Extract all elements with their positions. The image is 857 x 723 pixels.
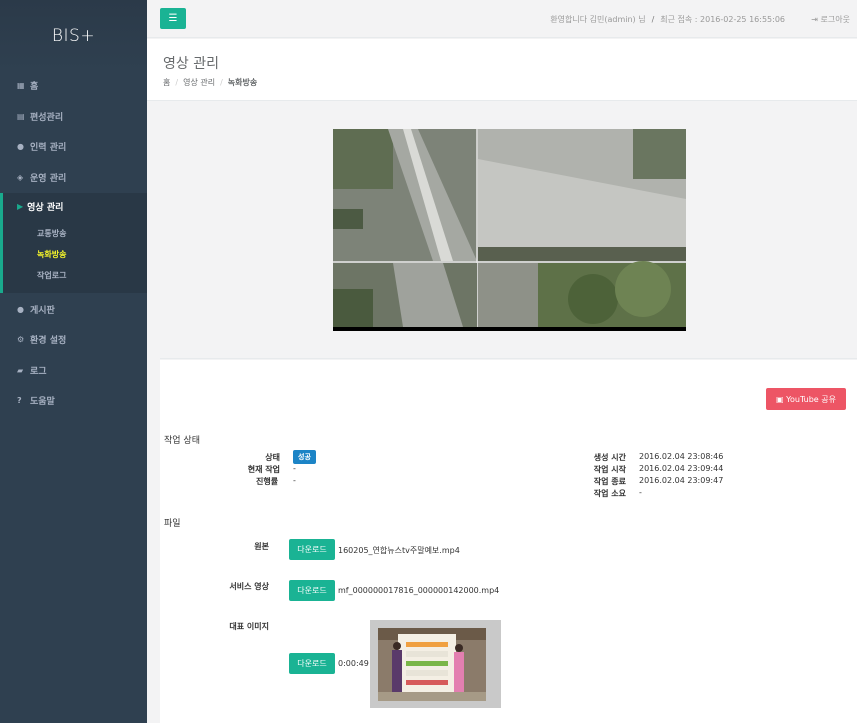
cube-icon: ◈ xyxy=(17,172,24,182)
download-thumbnail-button[interactable]: 다운로드 xyxy=(289,653,335,674)
nav-board-label: 게시판 xyxy=(30,305,55,316)
sub-nav-recorded[interactable]: 녹화방송 xyxy=(37,249,66,260)
thumbnail-time: 0:00:49 xyxy=(338,659,369,668)
download-original-button[interactable]: 다운로드 xyxy=(289,539,335,560)
nav-help[interactable]: ? 도움말 xyxy=(0,386,147,414)
sign-out-icon: ⇥ xyxy=(811,15,818,24)
progress-label: 진행률 xyxy=(256,477,279,486)
status-badge: 성공 xyxy=(293,450,316,464)
youtube-play-icon: ▶ xyxy=(17,202,24,211)
video-area xyxy=(160,114,857,359)
job-duration-label: 작업 소요 xyxy=(593,489,626,498)
progress-value: - xyxy=(293,476,296,485)
service-video-label: 서비스 영상 xyxy=(229,582,269,591)
logout-label: 로그아웃 xyxy=(820,15,850,24)
breadcrumb-separator: / xyxy=(220,78,223,87)
breadcrumb-current: 녹화방송 xyxy=(227,78,258,87)
nav-ops-label: 운영 관리 xyxy=(30,173,67,184)
calendar-icon: ▤ xyxy=(17,111,25,121)
question-icon: ? xyxy=(17,395,22,405)
nav-settings[interactable]: ⚙ 환경 설정 xyxy=(0,325,147,353)
thumbnail-frame xyxy=(370,620,501,708)
logout-link[interactable]: ⇥ 로그아웃 xyxy=(811,14,850,25)
breadcrumb-separator: / xyxy=(175,78,179,87)
current-job-label: 현재 작업 xyxy=(247,465,280,474)
last-login: 최근 접속 : 2016-02-25 16:55:06 xyxy=(660,15,785,24)
welcome-separator: / xyxy=(651,15,655,24)
sub-nav-traffic[interactable]: 교통방송 xyxy=(37,228,66,239)
youtube-icon: ▣ xyxy=(776,394,784,404)
menu-toggle-button[interactable]: ☰ xyxy=(160,8,186,29)
video-frame xyxy=(333,129,686,331)
youtube-share-button[interactable]: ▣ YouTube 공유 xyxy=(766,388,846,410)
status-label: 상태 xyxy=(265,453,280,462)
files-title: 파일 xyxy=(164,519,181,529)
breadcrumb-home[interactable]: 홈 xyxy=(163,78,170,87)
created-time-value: 2016.02.04 23:08:46 xyxy=(639,452,724,461)
current-job-value: - xyxy=(293,464,296,473)
nav-settings-label: 환경 설정 xyxy=(30,335,67,346)
job-start-value: 2016.02.04 23:09:44 xyxy=(639,464,724,473)
comment-icon: ● xyxy=(17,304,24,314)
sidebar: BIS+ ▦ 홈 ▤ 편성관리 ● 인력 관리 ◈ 운영 관리 ▶ 영상 관리 교통방송 … xyxy=(0,0,147,723)
created-time-label: 생성 시간 xyxy=(593,453,626,462)
job-start-label: 작업 시작 xyxy=(593,465,626,474)
nav-home-label: 홈 xyxy=(30,81,39,92)
welcome-text: 환영합니다 김민(admin) 님 xyxy=(550,15,646,24)
nav-help-label: 도움말 xyxy=(30,396,55,407)
nav-log-label: 로그 xyxy=(30,366,47,377)
nav-staff-label: 인력 관리 xyxy=(30,142,67,153)
nav-schedule-label: 편성관리 xyxy=(30,112,64,123)
nav-board[interactable]: ● 게시판 xyxy=(0,295,147,323)
nav-log[interactable]: ▰ 로그 xyxy=(0,356,147,384)
page-heading: 영상 관리 홈 / 영상 관리 / 녹화방송 xyxy=(147,39,857,101)
page-title: 영상 관리 xyxy=(163,56,219,72)
nav-video-group: ▶ 영상 관리 교통방송 녹화방송 작업로그 xyxy=(0,193,147,293)
welcome-info: 환영합니다 김민(admin) 님 / 최근 접속 : 2016-02-25 16:… xyxy=(550,14,785,25)
book-icon: ▰ xyxy=(17,365,24,375)
job-duration-value: - xyxy=(639,488,642,497)
grid-icon: ▦ xyxy=(17,80,25,90)
nav-ops[interactable]: ◈ 운영 관리 xyxy=(0,163,147,191)
download-service-button[interactable]: 다운로드 xyxy=(289,580,335,601)
brand-logo[interactable]: BIS+ xyxy=(0,0,147,72)
youtube-share-label: YouTube 공유 xyxy=(786,394,836,404)
nav-video-label: 영상 관리 xyxy=(27,203,64,213)
job-status-title: 작업 상태 xyxy=(164,436,200,446)
bars-icon: ☰ xyxy=(168,13,178,24)
original-filename: 160205_연합뉴스tv주말예보.mp4 xyxy=(338,546,460,555)
original-label: 원본 xyxy=(254,542,269,551)
sub-nav-worklog[interactable]: 작업로그 xyxy=(37,270,66,281)
nav-schedule[interactable]: ▤ 편성관리 xyxy=(0,102,147,130)
topbar: ☰ 환영합니다 김민(admin) 님 / 최근 접속 : 2016-02-25 1… xyxy=(147,0,857,38)
nav-video[interactable]: ▶ 영상 관리 xyxy=(17,200,63,213)
nav-staff[interactable]: ● 인력 관리 xyxy=(0,132,147,160)
cogs-icon: ⚙ xyxy=(17,334,25,344)
service-filename: mf_000000017816_000000142000.mp4 xyxy=(338,586,500,595)
breadcrumb-video[interactable]: 영상 관리 xyxy=(183,78,215,87)
users-icon: ● xyxy=(17,141,24,151)
job-end-value: 2016.02.04 23:09:47 xyxy=(639,476,724,485)
breadcrumb: 홈 / 영상 관리 / 녹화방송 xyxy=(163,77,257,88)
detail-panel: ▣ YouTube 공유 작업 상태 상태 성공 현재 작업 - 진행률 - 생… xyxy=(160,360,857,723)
thumbnail-image[interactable] xyxy=(370,620,501,708)
thumbnail-label: 대표 이미지 xyxy=(229,622,269,631)
job-end-label: 작업 종료 xyxy=(593,477,626,486)
video-player[interactable] xyxy=(333,129,686,331)
nav-home[interactable]: ▦ 홈 xyxy=(0,71,147,99)
